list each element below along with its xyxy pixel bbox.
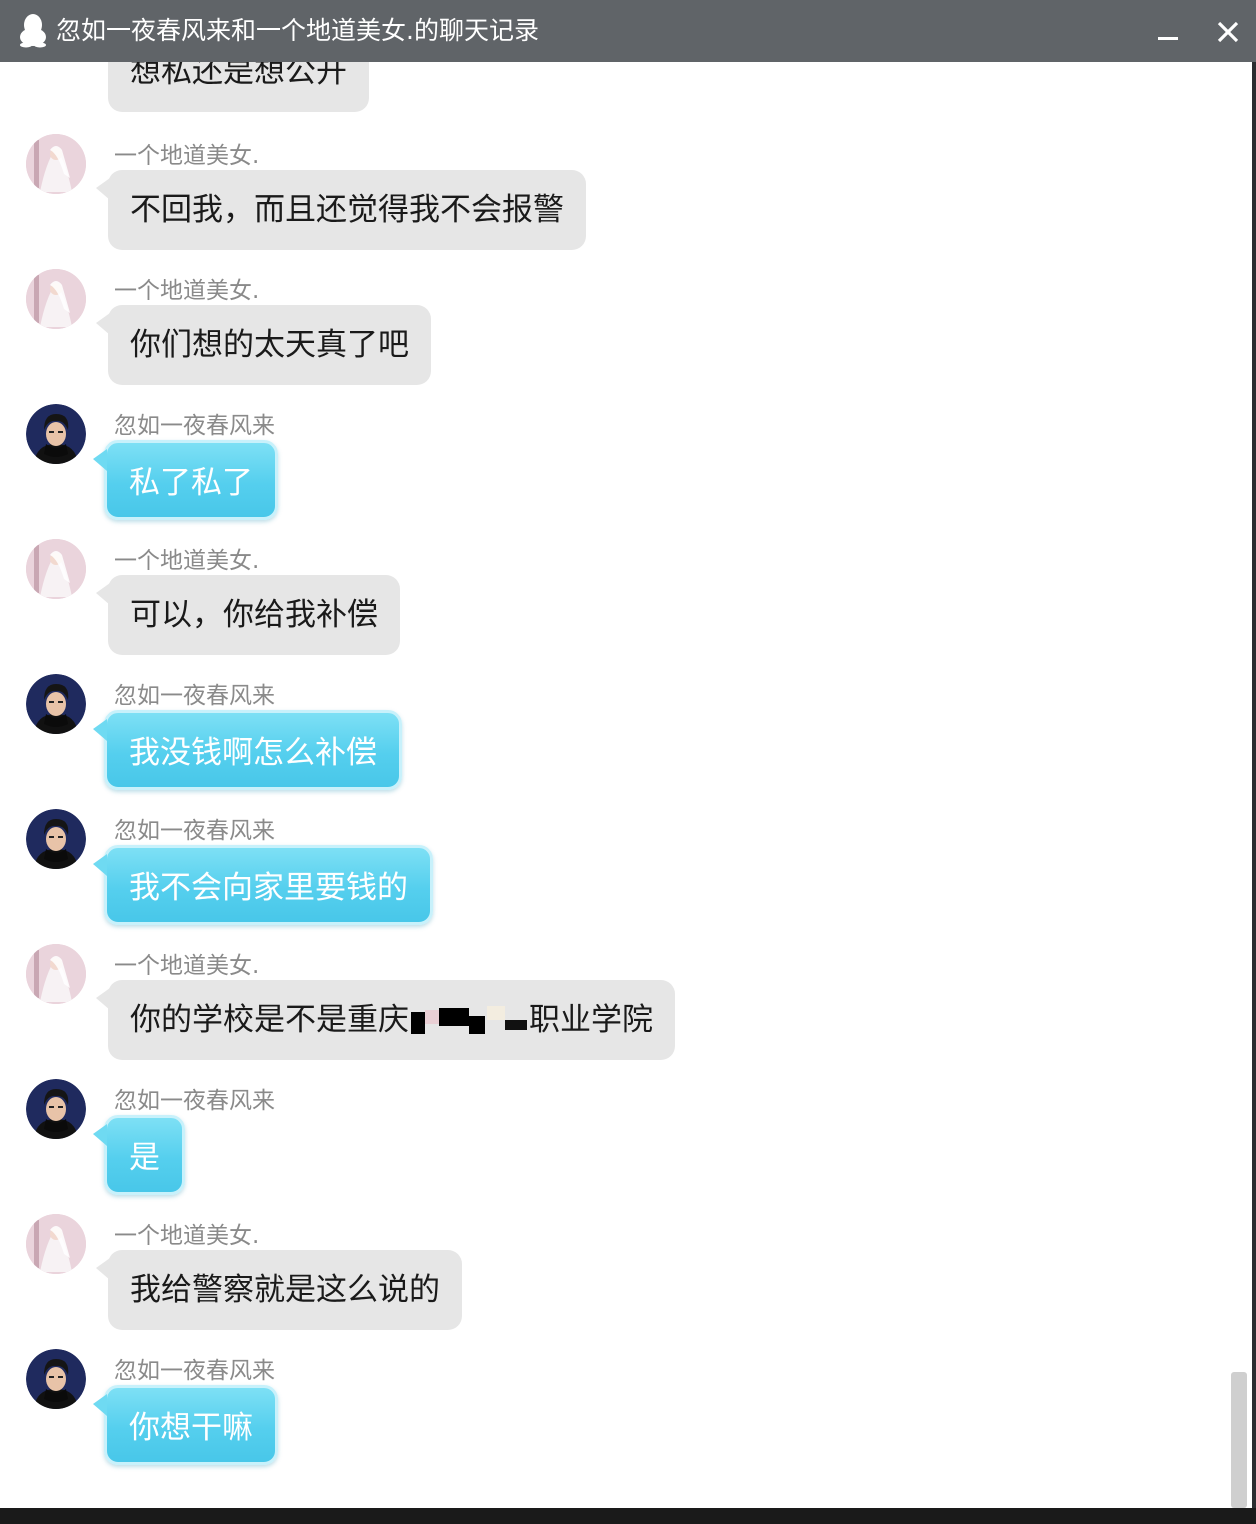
title-bar[interactable]: 忽如一夜春风来和一个地道美女.的聊天记录: [0, 0, 1256, 62]
message-bubble[interactable]: 私了私了: [93, 440, 278, 520]
window-edge: [1252, 62, 1256, 1508]
message-text: 是: [129, 1140, 160, 1176]
chat-history-window: 忽如一夜春风来和一个地道美女.的聊天记录 想私还是想公开 一个地道美女. 不回我…: [0, 0, 1256, 1508]
minimize-icon: [1158, 37, 1178, 40]
avatar-her[interactable]: [26, 134, 86, 194]
message-bubble[interactable]: 你想干嘛: [93, 1385, 278, 1465]
bride-avatar-image: [26, 134, 86, 194]
message-bubble[interactable]: 你们想的太天真了吧: [96, 305, 431, 385]
message-bubble[interactable]: 我不会向家里要钱的: [93, 845, 433, 925]
avatar-her[interactable]: [26, 944, 86, 1004]
avatar-him[interactable]: [26, 1349, 86, 1409]
message-bubble[interactable]: 我给警察就是这么说的: [96, 1250, 462, 1330]
message-text: 可以，你给我补偿: [130, 597, 378, 633]
avatar-him[interactable]: [26, 1079, 86, 1139]
sender-name: 一个地道美女.: [114, 953, 260, 979]
message-text: 私了私了: [129, 465, 253, 501]
message-text: 我没钱啊怎么补偿: [129, 735, 377, 771]
sender-name: 忽如一夜春风来: [114, 1358, 275, 1384]
avatar-her[interactable]: [26, 539, 86, 599]
sender-name: 一个地道美女.: [114, 143, 260, 169]
man-avatar-image: [26, 1349, 86, 1409]
message-text-after: 职业学院: [529, 1002, 653, 1038]
message-text-before: 你的学校是不是重庆: [130, 1002, 409, 1038]
message-bubble[interactable]: 你的学校是不是重庆 职业学院: [96, 980, 675, 1060]
sender-name: 忽如一夜春风来: [114, 1088, 275, 1114]
man-avatar-image: [26, 1079, 86, 1139]
avatar-her[interactable]: [26, 269, 86, 329]
sender-name: 忽如一夜春风来: [114, 413, 275, 439]
avatar-him[interactable]: [26, 404, 86, 464]
message-bubble[interactable]: 是: [93, 1115, 185, 1195]
sender-name: 一个地道美女.: [114, 1223, 260, 1249]
bride-avatar-image: [26, 539, 86, 599]
sender-name: 忽如一夜春风来: [114, 818, 275, 844]
avatar-her[interactable]: [26, 1214, 86, 1274]
message-text: 你们想的太天真了吧: [130, 327, 409, 363]
man-avatar-image: [26, 674, 86, 734]
message-text: 我不会向家里要钱的: [129, 870, 408, 906]
minimize-button[interactable]: [1150, 14, 1186, 50]
sender-name: 一个地道美女.: [114, 278, 260, 304]
sender-name: 一个地道美女.: [114, 548, 260, 574]
window-title: 忽如一夜春风来和一个地道美女.的聊天记录: [56, 16, 539, 45]
scrollbar-thumb[interactable]: [1231, 1372, 1247, 1508]
qq-penguin-icon: [20, 14, 46, 48]
message-text: 不回我，而且还觉得我不会报警: [130, 192, 564, 228]
man-avatar-image: [26, 404, 86, 464]
redacted-text-mosaic: [409, 1004, 529, 1034]
bride-avatar-image: [26, 944, 86, 1004]
message-bubble[interactable]: 我没钱啊怎么补偿: [93, 710, 402, 790]
message-list[interactable]: 想私还是想公开 一个地道美女. 不回我，而且还觉得我不会报警 一个地道美女. 你…: [0, 62, 1256, 1508]
bride-avatar-image: [26, 269, 86, 329]
message-text: 想私还是想公开: [130, 62, 347, 90]
avatar-him[interactable]: [26, 809, 86, 869]
message-text: 你想干嘛: [129, 1410, 253, 1446]
close-icon: [1217, 21, 1239, 43]
avatar-him[interactable]: [26, 674, 86, 734]
bride-avatar-image: [26, 1214, 86, 1274]
man-avatar-image: [26, 809, 86, 869]
close-button[interactable]: [1210, 14, 1246, 50]
message-text: 我给警察就是这么说的: [130, 1272, 440, 1308]
sender-name: 忽如一夜春风来: [114, 683, 275, 709]
message-bubble[interactable]: 不回我，而且还觉得我不会报警: [96, 170, 586, 250]
message-bubble[interactable]: 可以，你给我补偿: [96, 575, 400, 655]
message-bubble[interactable]: 想私还是想公开: [108, 62, 369, 112]
